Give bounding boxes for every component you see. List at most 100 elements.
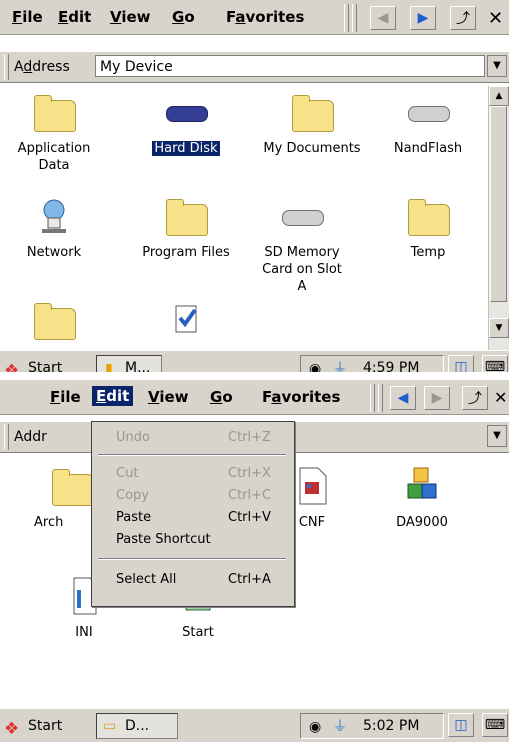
folder-icon <box>30 300 78 340</box>
menu-item-paste[interactable]: Paste <box>116 510 151 525</box>
menu-bar: File Edit View Go Favorites ◀ ▶ ⤴ ✕ <box>0 0 509 35</box>
taskbar-item[interactable]: ▮ M... <box>96 355 162 372</box>
address-input[interactable]: My Device <box>95 55 485 77</box>
menu-view-label: iew <box>121 8 151 26</box>
menu-view[interactable]: View <box>148 388 189 406</box>
folder-my-documents[interactable]: My Documents <box>262 92 362 157</box>
desktop-icon[interactable]: ◫ <box>448 355 474 372</box>
up-folder-icon[interactable]: ⤴ <box>462 386 488 410</box>
start-button[interactable]: ❖ Start <box>2 713 68 739</box>
menu-item-copy[interactable]: Copy <box>116 488 149 503</box>
icon-label: INI <box>75 625 93 640</box>
menu-go-label: o <box>184 8 195 26</box>
menu-favorites-a: F <box>226 8 236 26</box>
usb-icon[interactable]: ⏚ <box>333 715 347 739</box>
icon-label: Network <box>26 245 82 260</box>
icon-label: Program Files <box>142 245 230 260</box>
folder-small-icon: ▭ <box>103 718 117 734</box>
icon-label: Temp <box>410 245 446 260</box>
menu-favorites-key: a <box>271 388 282 406</box>
toolbar-grip[interactable] <box>370 384 375 412</box>
menu-item-paste-shortcut[interactable]: Paste Shortcut <box>116 532 211 547</box>
usb-icon[interactable]: ⏚ <box>333 357 347 372</box>
clock: 4:59 PM <box>363 360 420 372</box>
back-arrow-icon[interactable]: ◀ <box>370 6 396 30</box>
menu-item-undo[interactable]: Undo <box>116 430 150 445</box>
taskbar-item[interactable]: ▭ D... <box>96 713 178 739</box>
address-grip[interactable] <box>4 424 9 450</box>
close-icon[interactable]: ✕ <box>494 388 507 407</box>
drive-icon <box>278 196 326 236</box>
up-folder-icon[interactable]: ⤴ <box>450 6 476 30</box>
menu-item-label: Select All <box>116 572 177 587</box>
menu-item-cut[interactable]: Cut <box>116 466 138 481</box>
address-label: Address <box>14 59 70 75</box>
file-da9000[interactable]: DA9000 <box>372 466 472 531</box>
forward-arrow-icon[interactable]: ▶ <box>410 6 436 30</box>
scroll-down-icon[interactable]: ▼ <box>489 318 509 338</box>
windows-flag-icon: ❖ <box>4 719 20 739</box>
menu-file[interactable]: File <box>12 8 43 26</box>
drive-nandflash[interactable]: NandFlash <box>378 92 478 157</box>
start-label: Start <box>28 360 63 372</box>
start-button[interactable]: ❖ Start <box>2 355 68 372</box>
address-bar: Address My Device ▼ <box>0 52 509 83</box>
folder-program-files[interactable]: Program Files <box>136 196 236 261</box>
menu-edit[interactable]: Edit <box>58 8 91 26</box>
shortcut-partial[interactable] <box>136 300 236 348</box>
menu-view-key: V <box>110 8 122 26</box>
address-dropdown-icon[interactable]: ▼ <box>487 425 507 447</box>
toolbar-grip[interactable] <box>352 4 357 32</box>
vertical-scrollbar[interactable]: ▲ ▼ <box>488 86 509 352</box>
folder-application-data[interactable]: Application Data <box>4 92 104 174</box>
windows-flag-icon: ❖ <box>4 361 20 372</box>
drive-hard-disk[interactable]: Hard Disk <box>136 92 236 157</box>
icon-label: DA9000 <box>396 515 448 530</box>
scroll-up-icon[interactable]: ▲ <box>489 86 509 106</box>
menu-edit[interactable]: Edit <box>92 386 134 406</box>
forward-arrow-icon[interactable]: ▶ <box>424 386 450 410</box>
shortcut-cut: Ctrl+X <box>228 466 271 481</box>
connection-icon[interactable]: ◉ <box>309 357 321 372</box>
icon-label: SD Memory Card on Slot A <box>262 245 342 294</box>
start-label: Start <box>28 718 63 734</box>
folder-network[interactable]: Network <box>4 196 104 261</box>
address-grip[interactable] <box>4 54 9 80</box>
menu-favorites-key: a <box>235 8 246 26</box>
drive-icon <box>404 92 452 132</box>
menu-edit-label: dit <box>106 387 130 405</box>
connection-icon[interactable]: ◉ <box>309 715 321 739</box>
close-icon[interactable]: ✕ <box>488 8 503 29</box>
scroll-thumb[interactable] <box>490 106 507 302</box>
drive-sd-memory-card[interactable]: SD Memory Card on Slot A <box>252 196 352 295</box>
menu-bar: File Edit View Go Favorites ◀ ▶ ⤴ ✕ <box>0 380 509 415</box>
top-explorer-window: File Edit View Go Favorites ◀ ▶ ⤴ ✕ Addr… <box>0 0 509 372</box>
menu-go[interactable]: Go <box>210 388 233 406</box>
folder-temp[interactable]: Temp <box>378 196 478 261</box>
clock: 5:02 PM <box>363 718 420 734</box>
setup-icon <box>162 300 210 340</box>
menu-file[interactable]: File <box>50 388 81 406</box>
network-icon <box>30 196 78 236</box>
menu-favorites[interactable]: Favorites <box>262 388 340 406</box>
app-icon: ▮ <box>105 361 113 372</box>
menu-favorites[interactable]: Favorites <box>226 8 304 26</box>
menu-item-select-all[interactable]: Select All <box>116 572 176 587</box>
desktop-icon[interactable]: ◫ <box>448 713 474 737</box>
menu-view[interactable]: View <box>110 8 151 26</box>
back-arrow-icon[interactable]: ◀ <box>390 386 416 410</box>
keyboard-icon[interactable]: ⌨ <box>482 355 508 372</box>
shortcut-select-all: Ctrl+A <box>228 572 271 587</box>
folder-partial[interactable] <box>4 300 104 348</box>
system-tray: ◉ ⏚ 5:02 PM <box>300 713 444 739</box>
address-dropdown-icon[interactable]: ▼ <box>487 55 507 77</box>
config-file-icon <box>288 466 336 506</box>
keyboard-icon[interactable]: ⌨ <box>482 713 508 737</box>
menu-go[interactable]: Go <box>172 8 195 26</box>
edit-dropdown-menu: Undo Ctrl+Z Cut Ctrl+X Copy Ctrl+C Paste… <box>91 421 295 607</box>
menu-edit-key: E <box>58 8 69 26</box>
shortcut-paste: Ctrl+V <box>228 510 271 525</box>
toolbar-grip[interactable] <box>378 384 383 412</box>
taskbar-item-label: M... <box>125 360 151 372</box>
toolbar-grip[interactable] <box>344 4 349 32</box>
